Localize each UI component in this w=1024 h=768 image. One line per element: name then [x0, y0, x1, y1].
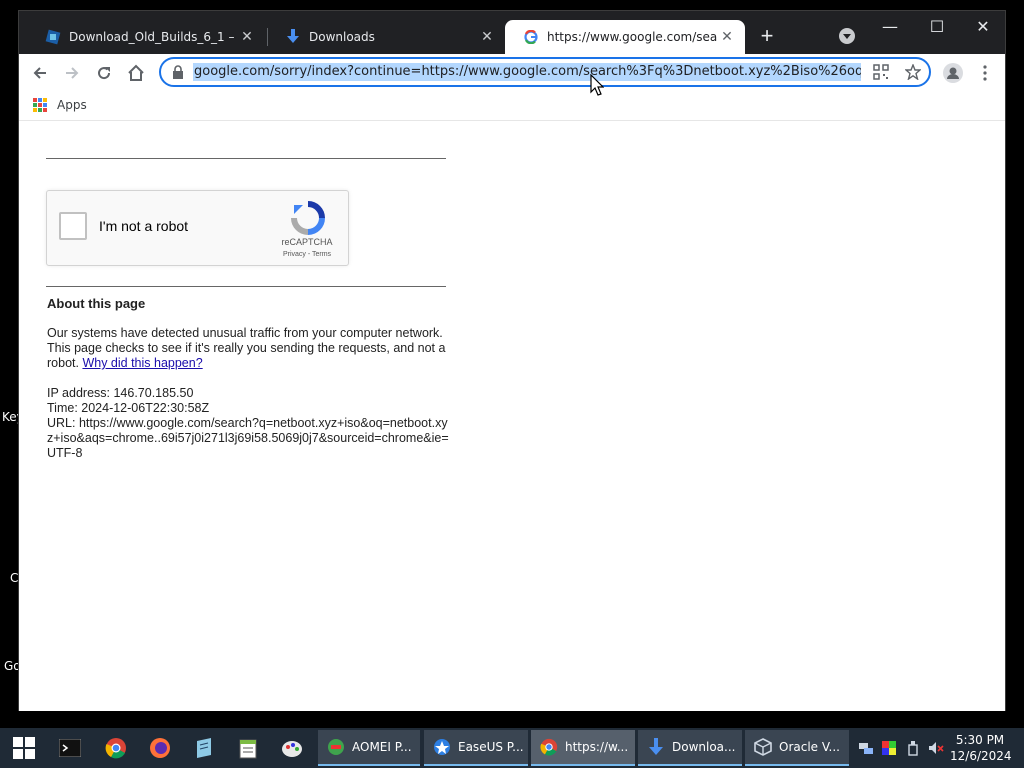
captcha-checkbox[interactable]: [59, 212, 87, 240]
terminal-icon[interactable]: [58, 736, 82, 760]
tab-strip: Download_Old_Builds_6_1 – Oracle VM Virt…: [19, 11, 1005, 54]
menu-button[interactable]: [972, 60, 998, 86]
taskbar-app-label: AOMEI P...: [352, 740, 412, 754]
aomei-icon: [326, 737, 346, 757]
google-g-icon: [523, 29, 539, 45]
tab-title: Downloads: [309, 30, 375, 44]
request-url: URL: https://www.google.com/search?q=net…: [47, 416, 449, 460]
taskbar-app-virtualbox[interactable]: Oracle V...: [745, 730, 849, 766]
taskbar-app-label: https://w...: [565, 740, 629, 754]
tab-downloads[interactable]: Downloads ✕: [267, 20, 505, 54]
minimize-button[interactable]: —: [867, 15, 913, 41]
tab-google-search[interactable]: https://www.google.com/search?q=netboot.…: [505, 20, 745, 54]
reload-button[interactable]: [91, 60, 117, 86]
mouse-cursor-icon: [590, 74, 604, 96]
recaptcha-widget: I'm not a robot reCAPTCHA Privacy - Term…: [46, 190, 349, 266]
volume-muted-icon[interactable]: [928, 740, 944, 756]
address-bar[interactable]: google.com/sorry/index?continue=https://…: [159, 57, 931, 87]
close-icon[interactable]: ✕: [717, 29, 737, 45]
why-link[interactable]: Why did this happen?: [82, 356, 202, 370]
about-paragraph: Our systems have detected unusual traffi…: [47, 326, 446, 370]
download-arrow-icon: [646, 737, 666, 757]
url-text[interactable]: google.com/sorry/index?continue=https://…: [193, 63, 861, 81]
close-icon[interactable]: ✕: [477, 29, 497, 45]
recaptcha-brand: reCAPTCHA: [281, 237, 333, 247]
maximize-button[interactable]: ☐: [914, 15, 960, 41]
close-window-button[interactable]: ✕: [960, 15, 1006, 41]
chrome-icon: [539, 737, 559, 757]
paint-icon[interactable]: [280, 736, 304, 760]
browser-toolbar: google.com/sorry/index?continue=https://…: [19, 54, 1005, 91]
bookmarks-bar: Apps: [19, 91, 1005, 121]
system-clock[interactable]: 5:30 PM 12/6/2024: [950, 732, 1012, 764]
taskbar-app-downloads[interactable]: Downloa...: [638, 730, 742, 766]
browser-window: Download_Old_Builds_6_1 – Oracle VM Virt…: [18, 10, 1006, 711]
taskbar-app-label: Downloa...: [672, 740, 736, 754]
request-info: IP address: 146.70.185.50 Time: 2024-12-…: [47, 386, 451, 461]
home-icon: [128, 64, 144, 81]
start-icon[interactable]: [12, 736, 36, 760]
tab-virtualbox[interactable]: Download_Old_Builds_6_1 – Oracle VM Virt…: [27, 20, 265, 54]
notepad-plus-icon[interactable]: [236, 736, 260, 760]
divider: [46, 158, 446, 159]
apps-label: Apps: [57, 98, 87, 112]
divider: [46, 286, 446, 287]
network-share-icon[interactable]: [858, 740, 874, 756]
taskbar-app-label: EaseUS P...: [458, 740, 524, 754]
close-icon[interactable]: ✕: [237, 29, 257, 45]
recaptcha-logo-icon: [291, 201, 325, 235]
firefox-icon[interactable]: [148, 736, 172, 760]
tab-search-icon[interactable]: [839, 28, 855, 44]
new-tab-button[interactable]: +: [756, 25, 778, 48]
clock-time: 5:30 PM: [955, 733, 1005, 747]
kebab-menu-icon: [983, 65, 987, 81]
ip-address: IP address: 146.70.185.50: [47, 386, 194, 400]
easeus-icon: [432, 737, 452, 757]
usb-device-icon[interactable]: [905, 740, 921, 756]
chrome-icon[interactable]: [104, 736, 128, 760]
tab-title: https://www.google.com/search?q=netboot.…: [547, 30, 717, 44]
about-heading: About this page: [47, 296, 146, 311]
taskbar-app-chrome[interactable]: https://w...: [531, 730, 635, 766]
page-content: I'm not a robot reCAPTCHA Privacy - Term…: [19, 122, 1005, 711]
reload-icon: [98, 67, 111, 80]
back-button[interactable]: [27, 60, 53, 86]
apps-grid-icon: [33, 98, 47, 112]
taskbar-app-aomei[interactable]: AOMEI P...: [318, 730, 420, 766]
virtualbox-icon: [753, 737, 773, 757]
captcha-label: I'm not a robot: [99, 218, 189, 234]
notepad-icon[interactable]: [192, 736, 216, 760]
arrow-left-icon: [33, 67, 46, 79]
qr-code-icon[interactable]: [873, 64, 889, 80]
clock-date: 12/6/2024: [950, 749, 1012, 763]
arrow-right-icon: [66, 67, 79, 79]
recaptcha-links[interactable]: Privacy - Terms: [272, 251, 342, 258]
taskbar-app-easeus[interactable]: EaseUS P...: [424, 730, 528, 766]
color-app-icon[interactable]: [881, 740, 897, 756]
download-arrow-icon: [285, 29, 301, 45]
virtualbox-icon: [45, 29, 61, 45]
taskbar: AOMEI P... EaseUS P... https://w... Down…: [0, 728, 1024, 768]
timestamp: Time: 2024-12-06T22:30:58Z: [47, 401, 210, 415]
taskbar-app-label: Oracle V...: [779, 740, 840, 754]
star-icon[interactable]: [905, 64, 921, 80]
profile-button[interactable]: [940, 60, 966, 86]
apps-shortcut[interactable]: Apps: [33, 98, 87, 112]
forward-button[interactable]: [59, 60, 85, 86]
avatar-icon: [943, 63, 963, 83]
lock-icon: [173, 65, 183, 79]
home-button[interactable]: [123, 60, 149, 86]
tab-title: Download_Old_Builds_6_1 – Oracle VM Virt…: [69, 30, 237, 44]
